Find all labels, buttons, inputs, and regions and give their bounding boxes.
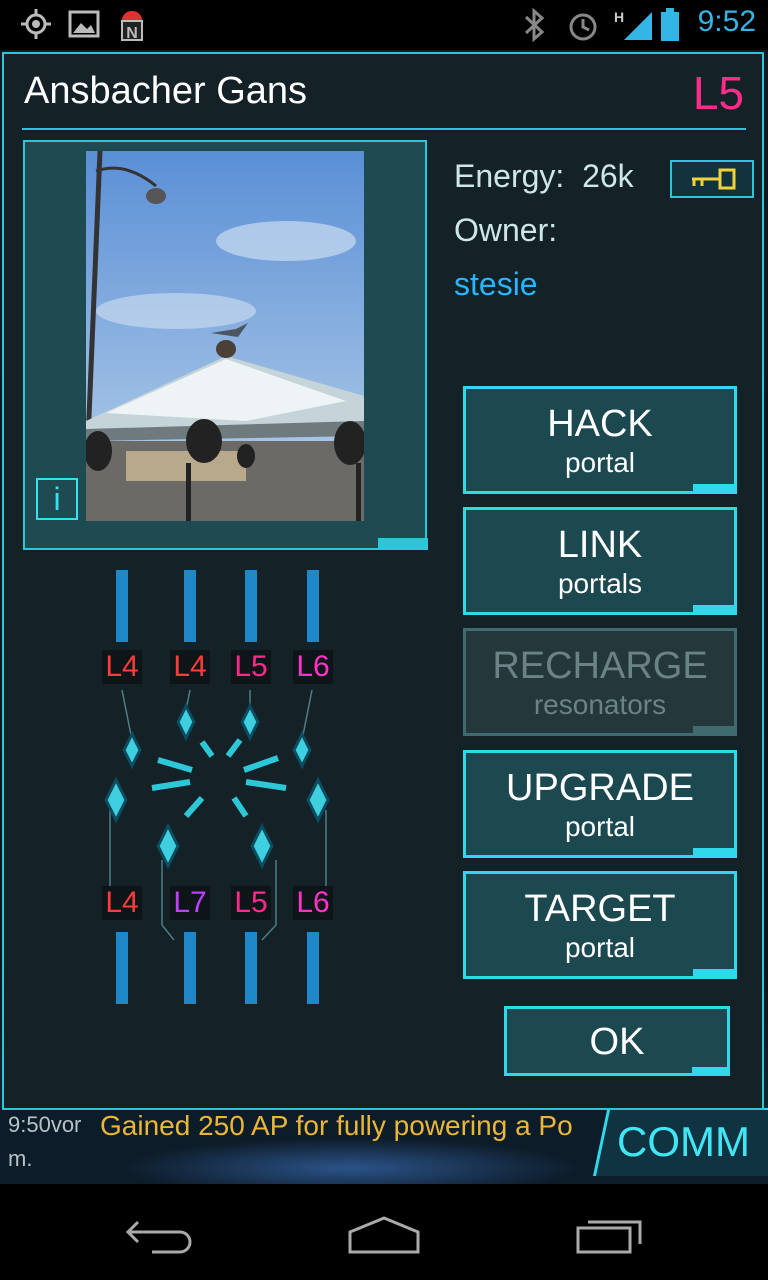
title-divider — [22, 128, 746, 130]
hack-portal-button[interactable]: HACK portal — [463, 386, 737, 494]
signal-icon: H — [614, 9, 652, 40]
android-app-icon: N — [121, 11, 143, 42]
status-time: 9:52 — [697, 5, 756, 38]
link-portals-button[interactable]: LINK portals — [463, 507, 737, 615]
comm-button-label[interactable]: COMM — [617, 1118, 750, 1166]
resonator-panel: L4 L4 L5 L6 L4 L7 L5 L6 — [90, 560, 360, 1010]
energy-stat: Energy: 26k — [454, 158, 634, 194]
image-icon — [68, 10, 100, 38]
portal-photo[interactable] — [86, 151, 364, 521]
svg-text:H: H — [614, 9, 624, 25]
upgrade-portal-button[interactable]: UPGRADE portal — [463, 750, 737, 858]
recharge-resonators-button[interactable]: RECHARGE resonators — [463, 628, 737, 736]
alarm-icon — [569, 13, 597, 41]
resonator-level-bottom-3: L5 — [231, 886, 271, 920]
recents-icon[interactable] — [574, 1214, 646, 1254]
status-bar: N H 9:52 — [0, 0, 768, 50]
svg-text:N: N — [126, 25, 138, 42]
info-button[interactable]: i — [36, 478, 78, 520]
target-portal-button[interactable]: TARGET portal — [463, 871, 737, 979]
navigation-bar — [0, 1184, 768, 1280]
key-icon — [692, 168, 736, 190]
frame-notch — [378, 538, 428, 550]
back-icon[interactable] — [124, 1214, 196, 1254]
portal-level: L5 — [692, 67, 744, 119]
resonator-level-top-3: L5 — [231, 650, 271, 684]
map-glow — [120, 1138, 580, 1184]
portal-title: Ansbacher Gans — [24, 70, 308, 112]
resonator-level-top-4: L6 — [293, 650, 333, 684]
resonator-level-bottom-2: L7 — [170, 886, 210, 920]
resonator-level-top-1: L4 — [102, 650, 142, 684]
owner-label: Owner: — [454, 212, 558, 248]
gps-icon — [21, 9, 51, 39]
home-icon[interactable] — [346, 1214, 422, 1254]
battery-icon — [661, 8, 679, 41]
ok-button[interactable]: OK — [504, 1006, 730, 1076]
owner-name[interactable]: stesie — [454, 266, 538, 303]
resonator-level-top-2: L4 — [170, 650, 210, 684]
resonator-level-bottom-1: L4 — [102, 886, 142, 920]
bluetooth-icon — [524, 8, 545, 42]
key-button[interactable] — [670, 160, 754, 198]
comm-timestamp: 9:50vor m. — [8, 1112, 82, 1171]
resonator-level-bottom-4: L6 — [293, 886, 333, 920]
comm-message: Gained 250 AP for fully powering a Po — [100, 1110, 573, 1141]
